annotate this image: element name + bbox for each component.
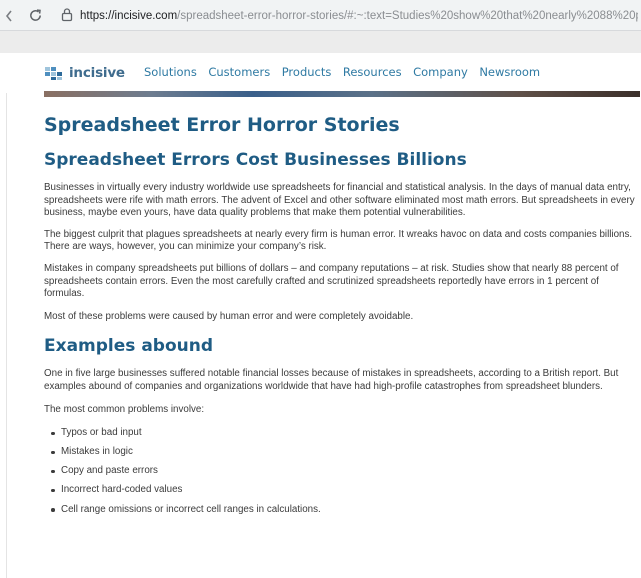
site-header: incisive Solutions Customers Products Re… xyxy=(0,53,641,93)
nav-resources[interactable]: Resources xyxy=(343,65,402,79)
main-nav: Solutions Customers Products Resources C… xyxy=(144,65,552,79)
url-field[interactable]: https://incisive.com/spreadsheet-error-h… xyxy=(80,8,638,24)
section-heading-costs: Spreadsheet Errors Cost Businesses Billi… xyxy=(44,150,467,170)
back-arrow-icon[interactable] xyxy=(4,9,14,23)
nav-newsroom[interactable]: Newsroom xyxy=(479,65,540,79)
section-heading-examples: Examples abound xyxy=(44,336,214,357)
list-item: Copy and paste errors xyxy=(51,465,640,478)
paragraph: The biggest culprit that plagues spreads… xyxy=(44,228,633,253)
nav-solutions[interactable]: Solutions xyxy=(144,65,197,79)
nav-customers[interactable]: Customers xyxy=(208,65,270,79)
paragraph-highlighted-stat: Mistakes in company spreadsheets put bil… xyxy=(44,262,619,300)
page-title: Spreadsheet Error Horror Stories xyxy=(44,114,400,136)
url-host: https://incisive.com xyxy=(80,10,178,22)
paragraph: The most common problems involve: xyxy=(44,403,205,415)
list-item: Cell range omissions or incorrect cell r… xyxy=(51,504,640,517)
list-item: Typos or bad input xyxy=(51,427,640,440)
logo-text: incisive xyxy=(69,65,125,81)
toolbar-strip xyxy=(0,31,641,53)
hero-banner-image xyxy=(44,91,640,97)
paragraph: Businesses in virtually every industry w… xyxy=(44,182,635,219)
paragraph: One in five large businesses suffered no… xyxy=(44,368,619,392)
list-item: Incorrect hard-coded values xyxy=(51,484,640,497)
logo-mark-icon xyxy=(45,67,62,80)
address-bar: https://incisive.com/spreadsheet-error-h… xyxy=(0,0,641,31)
page-edge-divider xyxy=(6,93,7,578)
reload-icon[interactable] xyxy=(28,8,43,23)
lock-icon[interactable] xyxy=(61,7,73,22)
list-item: Mistakes in logic xyxy=(51,446,640,459)
nav-products[interactable]: Products xyxy=(282,65,332,79)
site-logo[interactable]: incisive xyxy=(44,64,125,82)
problems-list: Typos or bad input Mistakes in logic Cop… xyxy=(44,427,640,516)
article-body: Spreadsheet Error Horror Stories Spreads… xyxy=(44,113,640,523)
nav-company[interactable]: Company xyxy=(413,65,468,79)
url-path: /spreadsheet-error-horror-stories/#:~:te… xyxy=(177,10,638,22)
paragraph: Most of these problems were caused by hu… xyxy=(44,310,414,322)
